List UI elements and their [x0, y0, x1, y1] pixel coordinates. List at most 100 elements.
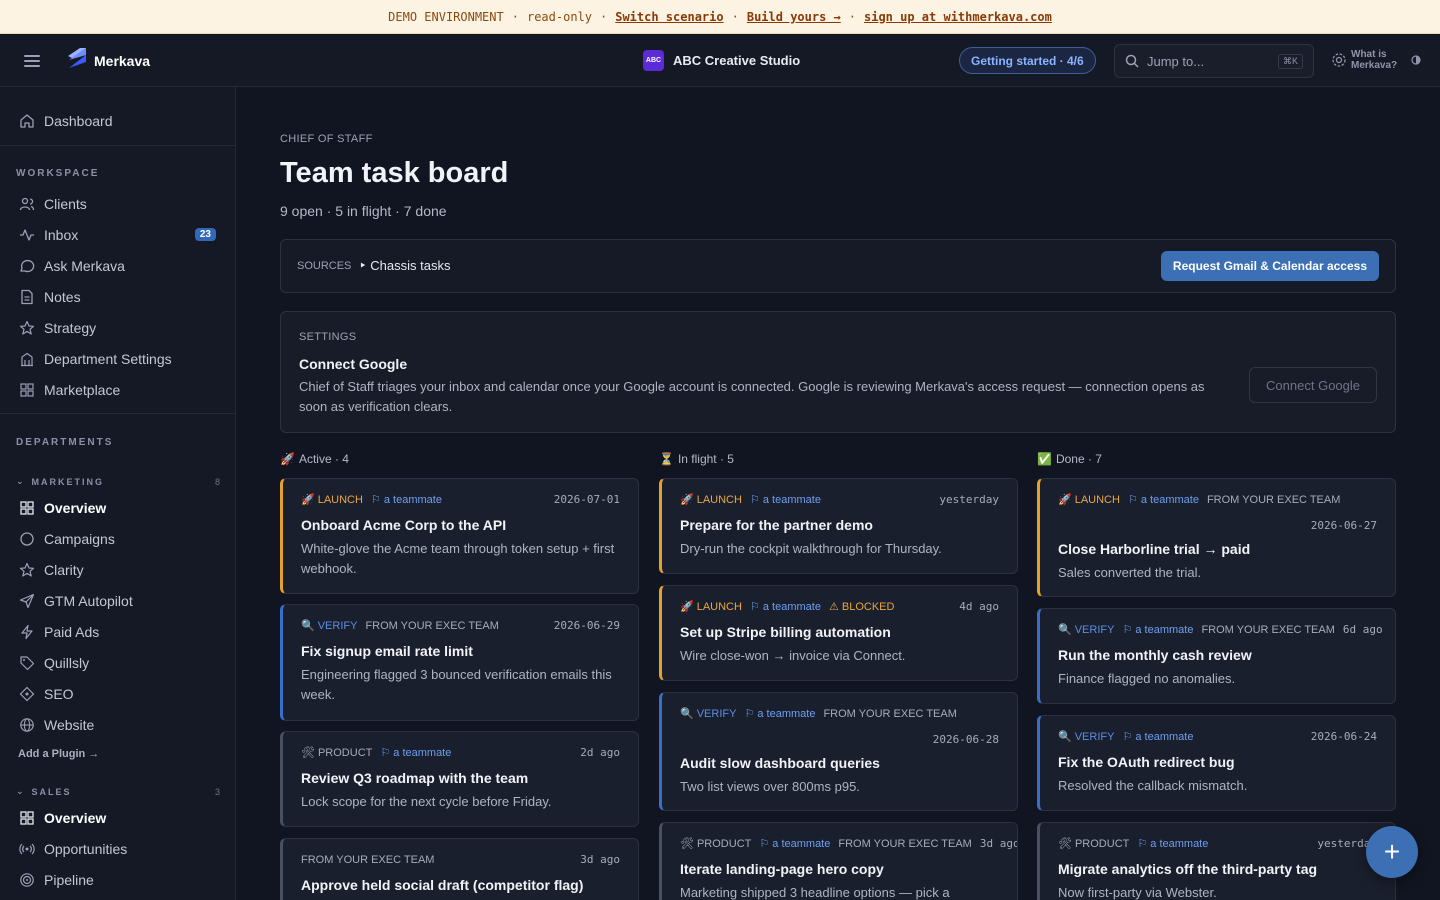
task-card[interactable]: 🛠 PRODUCT ⚐ a teammate 2d ago Review Q3 r…: [280, 731, 639, 827]
shortcut-hint: ⌘K: [1277, 53, 1303, 69]
marketing-section-toggle[interactable]: ⌄ MARKETING 8: [16, 476, 220, 487]
task-card[interactable]: 🛠 PRODUCT ⚐ a teammate FROM YOUR EXEC TEA…: [659, 822, 1018, 900]
demo-banner: DEMO ENVIRONMENT · read-only · Switch sc…: [0, 0, 1440, 34]
category-label: LAUNCH: [1074, 493, 1120, 506]
task-card[interactable]: 🔍 VERIFY FROM YOUR EXEC TEAM 2026-06-29 F…: [280, 604, 639, 721]
category-tag: 🔍 VERIFY: [1058, 730, 1115, 744]
category-label: VERIFY: [317, 619, 358, 632]
top-bar: Merkava ABC ABC Creative Studio Getting …: [0, 35, 1440, 87]
card-description: Engineering flagged 3 bounced verificati…: [301, 667, 612, 702]
menu-icon[interactable]: [22, 52, 42, 70]
sidebar-item-opportunities[interactable]: Opportunities: [0, 836, 235, 862]
rocket-icon: 🚀: [680, 601, 694, 613]
sidebar-item-label: Opportunities: [44, 841, 128, 857]
assignee[interactable]: ⚐ a teammate: [759, 837, 830, 850]
sidebar-item-seo[interactable]: SEO: [0, 681, 235, 707]
grid-icon: [18, 499, 36, 517]
sales-section-toggle[interactable]: ⌄ SALES 3: [16, 786, 220, 797]
what-is-label: What is Merkava?: [1351, 49, 1398, 71]
sidebar-item-clarity[interactable]: Clarity: [0, 557, 235, 583]
blocked-badge: ⚠ BLOCKED: [828, 601, 895, 613]
sidebar-item-clients[interactable]: Clients: [0, 191, 235, 217]
sidebar-item-dashboard[interactable]: Dashboard: [0, 108, 235, 134]
divider: [0, 145, 235, 146]
card-description: Finance flagged no anomalies.: [1058, 671, 1236, 686]
theme-toggle-icon[interactable]: [1411, 55, 1421, 65]
sales-count: 3: [214, 786, 220, 797]
sidebar-item-label: Dashboard: [44, 113, 113, 129]
assignee[interactable]: ⚐ a teammate: [750, 600, 821, 613]
sales-label: SALES: [31, 786, 72, 797]
task-card[interactable]: 🚀 LAUNCH ⚐ a teammate yesterday Prepare f…: [659, 478, 1018, 574]
add-task-button[interactable]: +: [1366, 826, 1418, 878]
assignee[interactable]: ⚐ a teammate: [750, 493, 821, 506]
org-switcher[interactable]: ABC ABC Creative Studio: [643, 50, 800, 71]
column-header-active: 🚀 Active · 4: [280, 452, 349, 466]
sidebar-item-strategy[interactable]: Strategy: [0, 315, 235, 341]
column-label: Done · 7: [1055, 452, 1102, 466]
category-tag: 🛠 PRODUCT: [680, 837, 751, 851]
task-card[interactable]: 🔍 VERIFY ⚐ a teammate FROM YOUR EXEC TEAM…: [1037, 608, 1396, 704]
task-card[interactable]: 🔍 VERIFY ⚐ a teammate FROM YOUR EXEC TEAM…: [659, 692, 1018, 811]
add-plugin-link[interactable]: Add a Plugin →: [18, 748, 99, 760]
grid-icon: [18, 381, 36, 399]
what-is-merkava-button[interactable]: What is Merkava?: [1331, 49, 1421, 71]
sidebar-item-campaigns[interactable]: Campaigns: [0, 526, 235, 552]
signup-link[interactable]: sign up at withmerkava.com: [864, 10, 1052, 24]
task-card[interactable]: 🚀 LAUNCH ⚐ a teammate 2026-07-01 Onboard …: [280, 478, 639, 594]
category-label: LAUNCH: [696, 600, 742, 613]
sidebar-item-sales-overview[interactable]: Overview: [0, 805, 235, 831]
category-label: PRODUCT: [1074, 837, 1130, 850]
card-description: Two list views over 800ms p95.: [680, 779, 860, 794]
connect-google-button[interactable]: Connect Google: [1249, 367, 1377, 403]
assignee[interactable]: ⚐ a teammate: [1128, 493, 1199, 506]
task-card[interactable]: 🛠 PRODUCT ⚐ a teammate yesterday Migrate …: [1037, 822, 1396, 900]
card-meta: 🚀 LAUNCH ⚐ a teammate yesterday: [680, 493, 999, 506]
sidebar-item-gtm-autopilot[interactable]: GTM Autopilot: [0, 588, 235, 614]
task-card[interactable]: 🔍 VERIFY ⚐ a teammate 2026-06-24 Fix the …: [1037, 715, 1396, 811]
assignee[interactable]: ⚐ a teammate: [380, 746, 451, 759]
assignee[interactable]: ⚐ a teammate: [371, 493, 442, 506]
grid-icon: [18, 809, 36, 827]
column-header-in-flight: ⏳ In flight · 5: [659, 452, 734, 466]
sidebar-item-marketing-overview[interactable]: Overview: [0, 495, 235, 521]
sidebar-item-label: Clients: [44, 196, 87, 212]
card-date: 2026-06-27: [1310, 519, 1377, 532]
sidebar-item-label: Ask Merkava: [44, 258, 125, 274]
assignee[interactable]: ⚐ a teammate: [1122, 730, 1193, 743]
sidebar-item-quillsly[interactable]: Quillsly: [0, 650, 235, 676]
category-label: VERIFY: [1074, 730, 1115, 743]
task-card[interactable]: 🚀 LAUNCH ⚐ a teammate FROM YOUR EXEC TEAM…: [1037, 478, 1396, 597]
sidebar-item-marketplace[interactable]: Marketplace: [0, 377, 235, 403]
task-card[interactable]: 🚀 LAUNCH ⚐ a teammate ⚠ BLOCKED 4d ago Se…: [659, 585, 1018, 681]
assignee[interactable]: ⚐ a teammate: [1137, 837, 1208, 850]
assignee[interactable]: ⚐ a teammate: [1122, 623, 1193, 636]
card-title: Approve held social draft (competitor fl…: [301, 877, 584, 893]
sidebar-item-notes[interactable]: Notes: [0, 284, 235, 310]
jump-to-search[interactable]: Jump to... ⌘K: [1114, 44, 1314, 78]
star-icon: [18, 319, 36, 337]
departments-heading: DEPARTMENTS: [16, 437, 114, 448]
switch-scenario-link[interactable]: Switch scenario: [615, 10, 723, 24]
banner-mode: read-only: [526, 9, 592, 24]
logo[interactable]: Merkava: [66, 46, 150, 70]
inbox-count-badge: 23: [194, 228, 216, 241]
sources-chassis-tasks[interactable]: ‣ Chassis tasks: [359, 258, 450, 274]
sidebar-item-paid-ads[interactable]: Paid Ads: [0, 619, 235, 645]
sidebar-item-website[interactable]: Website: [0, 712, 235, 738]
build-yours-link[interactable]: Build yours →: [747, 10, 841, 24]
card-title: Onboard Acme Corp to the API: [301, 517, 507, 533]
sidebar-item-ask-merkava[interactable]: Ask Merkava: [0, 253, 235, 279]
sidebar-item-inbox[interactable]: Inbox 23: [0, 222, 235, 248]
card-meta: 🚀 LAUNCH ⚐ a teammate FROM YOUR EXEC TEAM: [1058, 493, 1377, 507]
request-access-button[interactable]: Request Gmail & Calendar access: [1160, 251, 1379, 281]
sidebar-item-department-settings[interactable]: Department Settings: [0, 346, 235, 372]
card-date: 2026-06-24: [1310, 730, 1377, 743]
category-tag: 🔍 VERIFY: [680, 707, 736, 721]
getting-started-button[interactable]: Getting started · 4/6: [959, 47, 1096, 74]
tools-icon: 🛠: [680, 838, 694, 850]
task-card[interactable]: FROM YOUR EXEC TEAM 3d ago Approve held …: [280, 838, 639, 900]
from-exec-team-label: FROM YOUR EXEC TEAM: [1201, 623, 1335, 636]
sidebar-item-pipeline[interactable]: Pipeline: [0, 867, 235, 893]
assignee[interactable]: ⚐ a teammate: [744, 707, 815, 720]
